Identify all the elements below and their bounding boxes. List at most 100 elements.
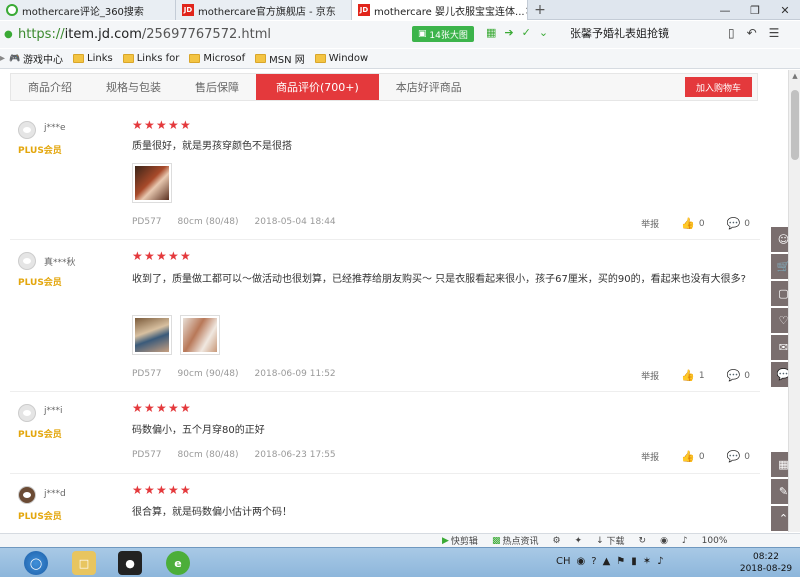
review-actions: 举报 👍 0 💬 0	[641, 450, 750, 463]
thumbs-up-icon[interactable]: 👍	[681, 369, 695, 382]
star-icon: ★	[132, 249, 143, 263]
tab-label: mothercare 婴儿衣服宝宝连体...	[374, 6, 525, 18]
phone-icon[interactable]: ▯	[728, 26, 735, 40]
review-image-thumbnail[interactable]	[180, 315, 220, 355]
minimize-button[interactable]: —	[710, 0, 740, 20]
plus-member-badge: PLUS会员	[18, 512, 62, 522]
browser-tab-jd-store[interactable]: JD mothercare官方旗舰店 - 京东	[176, 0, 352, 20]
rating-stars: ★ ★ ★ ★ ★	[132, 483, 191, 497]
review-list: j***e PLUS会员 ★ ★ ★ ★ ★ 质量很好，就是男孩穿颜色不是很搭 PD57…	[10, 101, 760, 534]
status-label: 快剪辑	[450, 537, 478, 547]
star-icon: ★	[180, 118, 191, 132]
undo-icon[interactable]: ↶	[747, 26, 757, 40]
review-username: j***i	[44, 406, 63, 416]
thumbs-up-icon[interactable]: 👍	[681, 217, 695, 230]
battery-icon[interactable]: ▮	[631, 556, 637, 567]
refresh-icon: ↻	[638, 535, 647, 546]
antivirus-icon[interactable]: ◉	[577, 556, 586, 567]
status-tool-2[interactable]: ✦	[575, 536, 583, 546]
start-button-icon[interactable]: ◯	[24, 551, 48, 575]
bookmark-game-center[interactable]: 🎮 游戏中心	[9, 51, 63, 67]
star-icon: ★	[168, 483, 179, 497]
add-to-cart-button[interactable]: 加入购物车	[684, 77, 752, 97]
input-method-indicator[interactable]: CH	[556, 556, 571, 567]
status-hot-news[interactable]: ▩ 热点资讯	[492, 534, 539, 548]
taskbar-clock[interactable]: 08:22 2018-08-29	[736, 551, 796, 575]
status-label: 热点资讯	[502, 537, 539, 547]
comment-count: 0	[744, 370, 750, 381]
star-icon: ★	[156, 249, 167, 263]
scissors-icon: ▶	[442, 535, 449, 546]
review-username: j***e	[44, 123, 66, 133]
lightning-icon[interactable]: ✓	[522, 26, 531, 39]
comment-icon[interactable]: 💬	[727, 369, 741, 382]
comment-icon[interactable]: 💬	[727, 450, 741, 463]
like-count: 0	[698, 451, 705, 462]
tab-after-sales[interactable]: 售后保障	[178, 74, 256, 100]
help-icon[interactable]: ?	[591, 556, 596, 567]
status-download[interactable]: ↓ 下载	[596, 534, 624, 548]
maximize-button[interactable]: ❐	[740, 0, 770, 20]
browser-tab-360-search[interactable]: mothercare评论_360搜索	[0, 0, 176, 20]
app-icon[interactable]: ●	[118, 551, 142, 575]
review-date: 2018-05-04 18:44	[254, 217, 336, 227]
star-icon: ★	[168, 118, 179, 132]
report-link[interactable]: 举报	[641, 217, 659, 230]
status-tool-4[interactable]: ◉	[660, 536, 668, 546]
speaker-icon[interactable]: ♪	[657, 556, 663, 567]
bookmark-microsoft[interactable]: Microsof	[189, 53, 245, 64]
gear-icon: ⚙	[552, 535, 561, 546]
review-text: 收到了，质量做工都可以～做活动也很划算，已经推荐给朋友购买～ 只是衣服看起来很小…	[132, 274, 746, 285]
bookmark-links-for[interactable]: Links for	[122, 53, 179, 64]
report-link[interactable]: 举报	[641, 450, 659, 463]
bookmark-msn[interactable]: MSN 网	[255, 51, 305, 66]
comment-icon[interactable]: 💬	[727, 217, 741, 230]
report-link[interactable]: 举报	[641, 369, 659, 382]
scrollbar-thumb[interactable]	[791, 90, 799, 160]
search-suggestion[interactable]: 张馨予婚礼表姐抢镜	[570, 25, 669, 41]
tab-specs[interactable]: 规格与包装	[89, 74, 178, 100]
status-tool-3[interactable]: ↻	[639, 536, 647, 546]
url-field[interactable]: https://item.jd.com/25697767572.html	[18, 27, 271, 42]
folder-icon	[314, 54, 326, 63]
share-icon[interactable]: ➔	[504, 26, 513, 39]
network-icon[interactable]: ▲	[603, 556, 611, 567]
rating-stars: ★ ★ ★ ★ ★	[132, 402, 191, 414]
status-tool-5[interactable]: ♪	[682, 536, 688, 546]
review-text: 码数偏小，五个月穿80的正好	[132, 425, 265, 436]
file-explorer-icon[interactable]: □	[72, 551, 96, 575]
vertical-scrollbar[interactable]: ▲	[788, 70, 800, 532]
flag-icon[interactable]: ⚑	[616, 556, 625, 567]
browser-tab-jd-item[interactable]: JD mothercare 婴儿衣服宝宝连体... ×	[352, 0, 528, 20]
review-images	[132, 315, 220, 355]
image-count-badge[interactable]: ▣ 14张大图	[412, 26, 474, 42]
product-model: PD577	[132, 450, 162, 460]
review-images	[132, 163, 172, 203]
zoom-level[interactable]: 100%	[702, 536, 728, 546]
tab-product-intro[interactable]: 商品介绍	[11, 74, 89, 100]
new-tab-button[interactable]: +	[528, 0, 552, 19]
review-image-thumbnail[interactable]	[132, 163, 172, 203]
scroll-up-icon[interactable]: ▲	[789, 70, 800, 82]
review-meta: PD577 80cm (80/48) 2018-06-23 17:55	[132, 450, 352, 460]
thumbs-up-icon[interactable]: 👍	[681, 450, 695, 463]
bluetooth-icon[interactable]: ✶	[643, 556, 651, 567]
qr-icon[interactable]: ▦	[486, 26, 496, 39]
tab-reviews[interactable]: 商品评价(700+)	[256, 74, 379, 100]
close-window-button[interactable]: ✕	[770, 0, 800, 20]
360-browser-icon[interactable]: e	[166, 551, 190, 575]
address-tools: ▦ ➔ ✓ ⌄	[486, 26, 548, 39]
chevron-down-icon[interactable]: ⌄	[539, 26, 548, 39]
menu-icon[interactable]: ☰	[769, 26, 780, 40]
bookmark-links[interactable]: Links	[73, 53, 113, 64]
tab-store-top-rated[interactable]: 本店好评商品	[379, 74, 479, 100]
review-image-thumbnail[interactable]	[132, 315, 172, 355]
plus-member-badge: PLUS会员	[18, 146, 62, 156]
status-tool-1[interactable]: ⚙	[552, 536, 560, 546]
bookmark-more[interactable]: ▸	[0, 53, 5, 64]
bookmark-windows[interactable]: Window	[314, 53, 368, 64]
picture-icon: ▣	[418, 29, 430, 39]
status-quick-clip[interactable]: ▶ 快剪辑	[442, 534, 478, 548]
star-icon: ★	[144, 483, 155, 497]
tab-label: mothercare评论_360搜索	[22, 6, 144, 18]
